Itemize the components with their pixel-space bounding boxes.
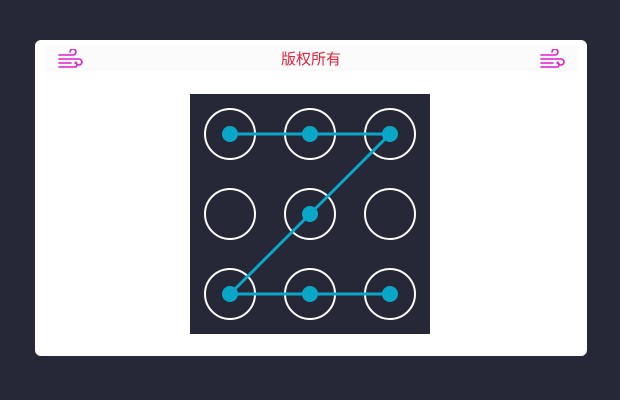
pattern-node-6[interactable] — [364, 188, 416, 240]
pattern-dot-3 — [382, 126, 398, 142]
pattern-dot-7 — [222, 286, 238, 302]
wind-icon[interactable] — [539, 49, 565, 69]
pattern-dot-2 — [302, 126, 318, 142]
pattern-lock-canvas[interactable] — [190, 94, 430, 334]
pattern-dot-8 — [302, 286, 318, 302]
header-bar: 版权所有 — [45, 45, 577, 71]
pattern-dot-1 — [222, 126, 238, 142]
pattern-lock-pad[interactable] — [190, 94, 430, 334]
page-title: 版权所有 — [280, 50, 341, 68]
pattern-dot-9 — [382, 286, 398, 302]
pattern-dot-5 — [302, 206, 318, 222]
pattern-node-4[interactable] — [204, 188, 256, 240]
